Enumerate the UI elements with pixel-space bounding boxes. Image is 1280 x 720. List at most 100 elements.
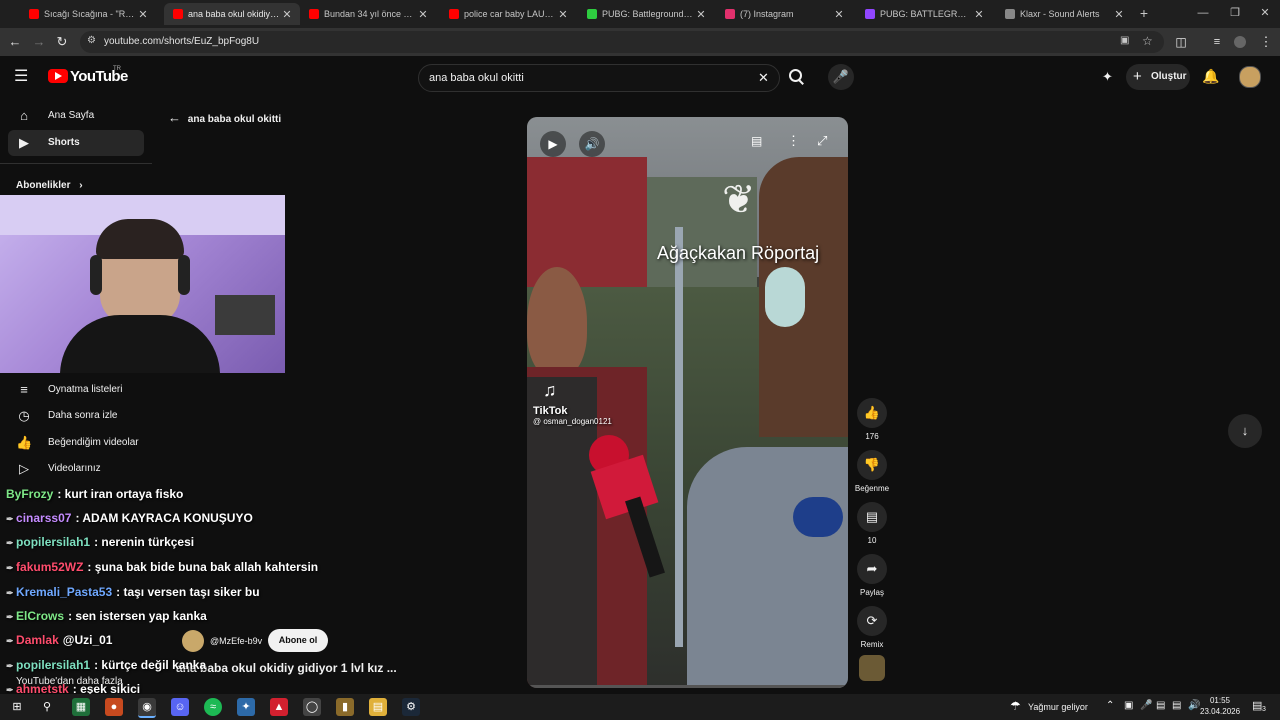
address-bar[interactable]: ⚙ youtube.com/shorts/EuZ_bpFog8U ▣ ☆ [80, 31, 1164, 53]
youtube-logo-icon[interactable] [48, 69, 68, 83]
browser-tab[interactable]: PUBG: BATTLEGROUNDS✕ [856, 3, 992, 25]
close-window-button[interactable]: ✕ [1250, 4, 1280, 22]
back-to-search-link[interactable]: ← ana baba okul okitti [168, 110, 281, 125]
windows-start-icon[interactable]: ⊞ [8, 698, 26, 716]
search-input[interactable]: ana baba okul okitti ✕ [418, 64, 780, 92]
taskbar-app-icon[interactable]: ▦ [72, 698, 90, 716]
voice-search-icon[interactable]: 🎤 [828, 64, 854, 90]
browser-tab[interactable]: PUBG: Battlegrounds Stre✕ [578, 3, 714, 25]
sidebar-item-liked-videos[interactable]: 👍 Beğendiğim videolar [8, 430, 144, 456]
sidebar-item-watch-later[interactable]: ◷ Daha sonra izle [8, 403, 144, 429]
browser-tab[interactable]: Klaxr - Sound Alerts ✕ [996, 3, 1132, 25]
profile-avatar[interactable] [1234, 36, 1246, 48]
taskbar-app-icon[interactable]: ◯ [303, 698, 321, 716]
tab-close-icon[interactable]: ✕ [832, 8, 846, 21]
sidebar-item-playlists[interactable]: ≡ Oynatma listeleri [8, 377, 144, 403]
chat-username: fakum52WZ [16, 560, 84, 574]
play-icon[interactable]: ▶ [540, 131, 566, 157]
tab-close-icon[interactable]: ✕ [556, 8, 570, 21]
weather-status[interactable]: Yağmur geliyor [1028, 702, 1088, 712]
tab-close-icon[interactable]: ✕ [280, 8, 294, 21]
site-info-icon[interactable]: ⚙ [87, 35, 96, 46]
discord-icon[interactable]: ☺ [171, 698, 189, 716]
tray-app-icon[interactable]: ▣ [1124, 700, 1133, 711]
comment-action[interactable]: ▤ 10 [857, 502, 887, 545]
taskbar-app-icon[interactable]: ✦ [237, 698, 255, 716]
video-progress-track[interactable] [527, 685, 848, 688]
reload-icon[interactable]: ↻ [53, 33, 71, 51]
tab-close-icon[interactable]: ✕ [416, 8, 430, 21]
account-avatar[interactable] [1239, 66, 1261, 88]
extensions-icon[interactable]: ◫ [1172, 33, 1190, 51]
volume-tray-icon[interactable]: 🔊 [1188, 700, 1200, 711]
reading-list-icon[interactable]: ≡ [1208, 33, 1226, 51]
search-icon[interactable] [787, 67, 805, 85]
remix-icon[interactable]: ⟳ [857, 606, 887, 636]
minimize-window-button[interactable]: — [1188, 4, 1218, 22]
video-caption[interactable]: ana baba okul okidiy gidiyor 1 lvl kız .… [176, 661, 397, 675]
file-explorer-icon[interactable]: ▤ [369, 698, 387, 716]
share-action[interactable]: ➦ Paylaş [857, 554, 887, 597]
dislike-action[interactable]: 👎 Beğenme [855, 450, 889, 493]
subscribe-button[interactable]: Abone ol [268, 629, 328, 652]
browser-tab[interactable]: ana baba okul okidiy gidi ✕ [164, 3, 300, 25]
clock-date[interactable]: 23.04.2026 [1200, 707, 1240, 716]
display-tray-icon[interactable]: ▤ [1156, 700, 1165, 711]
fullscreen-icon[interactable]: ⤢ [817, 133, 827, 149]
more-options-icon[interactable]: ⋮ [787, 133, 800, 149]
subscriptions-heading[interactable]: Abonelikler › [16, 180, 83, 191]
weather-icon[interactable]: ☂ [1010, 699, 1021, 713]
microphone-tray-icon[interactable]: 🎤 [1140, 700, 1152, 711]
browser-tab[interactable]: Sıcağı Sıcağına - "Rock Hu✕ [20, 3, 156, 25]
install-app-icon[interactable]: ▣ [1120, 35, 1129, 46]
captions-icon[interactable]: ▤ [751, 134, 762, 148]
thumbs-down-icon[interactable]: 👎 [857, 450, 887, 480]
tab-close-icon[interactable]: ✕ [1112, 8, 1126, 21]
shorts-video-player[interactable]: Ağaçkakan Röportaj ❦ ♫ TikTok @ osman_do… [527, 117, 848, 688]
chrome-icon[interactable]: ◉ [138, 698, 156, 718]
tab-close-icon[interactable]: ✕ [136, 8, 150, 21]
sound-thumbnail[interactable] [859, 655, 885, 681]
network-tray-icon[interactable]: ▤ [1172, 700, 1181, 711]
browser-menu-icon[interactable]: ⋮ [1257, 33, 1275, 51]
notifications-bell-icon[interactable]: 🔔 [1202, 68, 1219, 85]
next-video-arrow-icon[interactable]: ↓ [1228, 414, 1262, 448]
share-icon[interactable]: ➦ [857, 554, 887, 584]
tab-close-icon[interactable]: ✕ [972, 8, 986, 21]
steam-icon[interactable]: ⚙ [402, 698, 420, 716]
thumbs-up-icon[interactable]: 👍 [857, 398, 887, 428]
bookmark-star-icon[interactable]: ☆ [1142, 34, 1153, 48]
clock-time[interactable]: 01:55 [1200, 696, 1240, 705]
video-icon: ▷ [19, 461, 29, 476]
browser-tab[interactable]: police car baby LAUGH - ✕ [440, 3, 576, 25]
back-arrow-icon[interactable]: ← [6, 33, 24, 51]
volume-icon[interactable]: 🔊 [579, 131, 605, 157]
remix-action[interactable]: ⟳ Remix [857, 606, 887, 649]
tray-chevron-icon[interactable]: ⌃ [1106, 700, 1114, 711]
ai-sparkle-icon[interactable]: ✦ [1102, 69, 1113, 85]
taskbar-search-icon[interactable]: ⚲ [38, 698, 56, 716]
taskbar-app-icon[interactable]: ● [105, 698, 123, 716]
create-button[interactable]: + Oluştur [1126, 64, 1190, 90]
like-action[interactable]: 👍 176 [857, 398, 887, 441]
sidebar-item-home[interactable]: ⌂ Ana Sayfa [8, 103, 144, 129]
taskbar-app-icon[interactable]: ▮ [336, 698, 354, 716]
restore-window-button[interactable]: ❐ [1220, 4, 1250, 22]
back-link-label: ana baba okul okitti [187, 114, 282, 125]
browser-tab[interactable]: Bundan 34 yıl önce TRT'n✕ [300, 3, 436, 25]
sidebar-item-shorts[interactable]: ▶ Shorts [8, 130, 144, 156]
tab-close-icon[interactable]: ✕ [694, 8, 708, 21]
channel-avatar[interactable] [182, 630, 204, 652]
new-tab-button[interactable]: + [1136, 4, 1152, 22]
comment-icon[interactable]: ▤ [857, 502, 887, 532]
tab-title: police car baby LAUGH - [464, 9, 556, 19]
taskbar-app-icon[interactable]: ▲ [270, 698, 288, 716]
forward-arrow-icon[interactable]: → [30, 33, 48, 51]
hamburger-menu-icon[interactable]: ☰ [14, 68, 32, 86]
browser-tab[interactable]: (7) Instagram ✕ [716, 3, 852, 25]
clear-search-icon[interactable]: ✕ [758, 70, 769, 86]
notification-center-icon[interactable]: ▤ [1252, 699, 1262, 712]
sidebar-item-your-videos[interactable]: ▷ Videolarınız [8, 456, 144, 482]
spotify-icon[interactable]: ≈ [204, 698, 222, 716]
channel-handle[interactable]: @MzEfe-b9v [210, 636, 262, 646]
